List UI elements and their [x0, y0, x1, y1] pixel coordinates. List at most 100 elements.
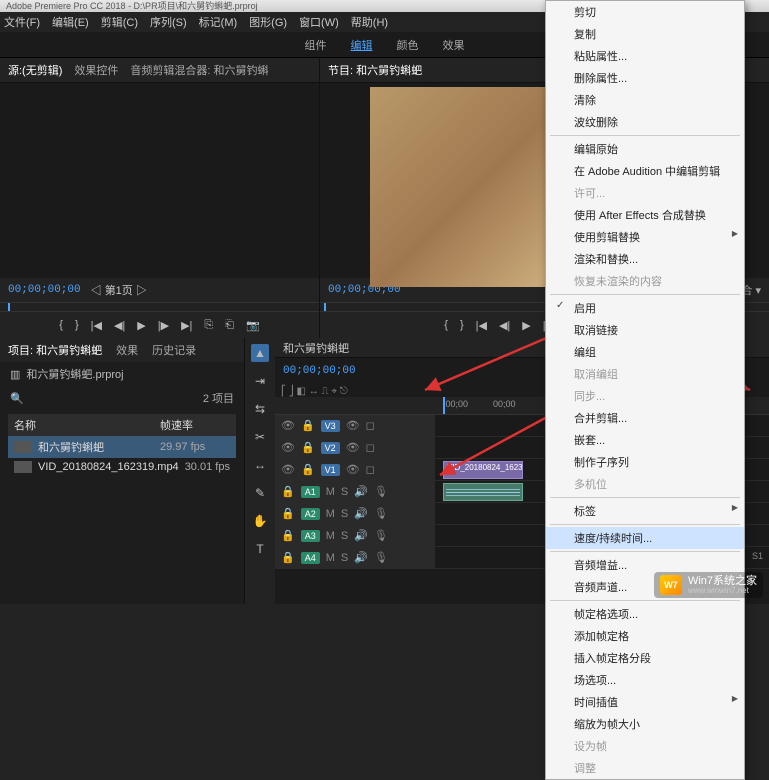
- razor-tool[interactable]: ✂: [251, 428, 269, 446]
- context-menu-item[interactable]: 缩放为帧大小: [546, 713, 744, 735]
- watermark: W7 Win7系统之家 www.winwin7.net: [654, 572, 763, 598]
- menu-item[interactable]: 文件(F): [4, 14, 40, 30]
- context-menu-item[interactable]: 添加帧定格: [546, 625, 744, 647]
- overwrite-button[interactable]: ⎗: [225, 319, 234, 332]
- context-menu-item[interactable]: 速度/持续时间...: [546, 527, 744, 549]
- source-tab[interactable]: 音频剪辑混合器: 和六舅钓蝌: [130, 62, 268, 78]
- menu-item[interactable]: 帮助(H): [351, 14, 388, 30]
- watermark-logo-icon: W7: [660, 575, 682, 595]
- project-tab[interactable]: 效果: [116, 342, 138, 358]
- go-in-button[interactable]: |◀: [91, 319, 102, 332]
- context-menu-item: 调整: [546, 757, 744, 779]
- pen-tool[interactable]: ✎: [251, 484, 269, 502]
- export-frame-button[interactable]: 📷: [246, 319, 260, 332]
- slip-tool[interactable]: ↔: [251, 456, 269, 474]
- source-tabs[interactable]: 源:(无剪辑) 效果控件音频剪辑混合器: 和六舅钓蝌: [0, 58, 319, 83]
- mark-in-button[interactable]: {: [59, 319, 63, 331]
- sequence-icon: [14, 441, 32, 453]
- context-menu-item[interactable]: 时间插值: [546, 691, 744, 713]
- hand-tool[interactable]: ✋: [251, 512, 269, 530]
- context-menu-item[interactable]: 制作子序列: [546, 451, 744, 473]
- project-filename: 和六舅钓蝌蚆.prproj: [26, 366, 123, 382]
- item-count: 2 项目: [203, 390, 234, 406]
- clip-icon: [14, 461, 32, 473]
- go-out-button[interactable]: ▶|: [181, 319, 192, 332]
- source-viewer: [0, 83, 319, 278]
- playhead-icon[interactable]: [443, 397, 445, 414]
- context-menu-item[interactable]: 取消链接: [546, 319, 744, 341]
- context-menu-item[interactable]: 编组: [546, 341, 744, 363]
- timeline-timecode[interactable]: 00;00;00;00: [283, 365, 356, 377]
- menu-item[interactable]: 图形(G): [249, 14, 287, 30]
- context-menu-item[interactable]: 使用剪辑替换: [546, 226, 744, 248]
- context-menu-item[interactable]: 粘贴属性...: [546, 45, 744, 67]
- source-tab[interactable]: 源:(无剪辑): [8, 62, 62, 78]
- workspace-tab[interactable]: 编辑: [351, 37, 373, 53]
- context-menu-item: 许可...: [546, 182, 744, 204]
- project-tab[interactable]: 历史记录: [152, 342, 196, 358]
- context-menu-item[interactable]: 嵌套...: [546, 429, 744, 451]
- step-back-button[interactable]: ◀|: [499, 319, 510, 332]
- step-back-button[interactable]: ◀|: [114, 319, 125, 332]
- context-menu-item[interactable]: 编辑原始: [546, 138, 744, 160]
- project-item[interactable]: VID_20180824_162319.mp430.01 fps: [8, 458, 236, 476]
- project-panel: 项目: 和六舅钓蝌蚆效果历史记录 ▥ 和六舅钓蝌蚆.prproj 🔍 2 项目 …: [0, 338, 245, 604]
- bin-icon: ▥: [10, 368, 20, 381]
- context-menu-item[interactable]: 在 Adobe Audition 中编辑剪辑: [546, 160, 744, 182]
- source-transport[interactable]: {} |◀ ◀| ▶ |▶ ▶| ⎘ ⎗ 📷: [0, 312, 319, 338]
- play-button[interactable]: ▶: [522, 319, 530, 332]
- menu-item[interactable]: 窗口(W): [299, 14, 339, 30]
- project-item[interactable]: 和六舅钓蝌蚆29.97 fps: [8, 436, 236, 458]
- tools-panel[interactable]: ▲ ⇥ ⇆ ✂ ↔ ✎ ✋ T: [245, 338, 275, 604]
- source-timecode[interactable]: 00;00;00;00: [8, 284, 81, 296]
- project-tab[interactable]: 项目: 和六舅钓蝌蚆: [8, 342, 102, 358]
- mark-out-button[interactable]: }: [75, 319, 79, 331]
- context-menu-item: 设为帧: [546, 735, 744, 757]
- context-menu-item[interactable]: 帧定格选项...: [546, 603, 744, 625]
- track-select-tool[interactable]: ⇥: [251, 372, 269, 390]
- context-menu-item[interactable]: 合并剪辑...: [546, 407, 744, 429]
- project-tabs[interactable]: 项目: 和六舅钓蝌蚆效果历史记录: [0, 338, 244, 362]
- insert-button[interactable]: ⎘: [204, 319, 213, 332]
- program-tab[interactable]: 节目: 和六舅钓蝌蚆: [328, 62, 422, 78]
- workspace-tab[interactable]: 颜色: [397, 37, 419, 53]
- workspace-tab[interactable]: 效果: [443, 37, 465, 53]
- menu-item[interactable]: 编辑(E): [52, 14, 89, 30]
- sequence-tab[interactable]: 和六舅钓蝌蚆: [283, 340, 349, 356]
- context-menu-item[interactable]: 启用: [546, 297, 744, 319]
- context-menu-item[interactable]: 复制: [546, 23, 744, 45]
- context-menu-item[interactable]: 标签: [546, 500, 744, 522]
- project-list[interactable]: 名称 帧速率 和六舅钓蝌蚆29.97 fpsVID_20180824_16231…: [8, 414, 236, 476]
- context-menu-item[interactable]: 渲染和替换...: [546, 248, 744, 270]
- selection-tool[interactable]: ▲: [251, 344, 269, 362]
- menu-item[interactable]: 标记(M): [199, 14, 238, 30]
- clip-context-menu[interactable]: 剪切复制粘贴属性...删除属性...清除波纹删除编辑原始在 Adobe Audi…: [545, 0, 745, 780]
- audio-clip[interactable]: [443, 483, 523, 501]
- context-menu-item: 同步...: [546, 385, 744, 407]
- source-tab[interactable]: 效果控件: [74, 62, 118, 78]
- mark-out-button[interactable]: }: [460, 319, 464, 331]
- context-menu-item[interactable]: 波纹删除: [546, 111, 744, 133]
- play-button[interactable]: ▶: [137, 319, 145, 332]
- menu-item[interactable]: 剪辑(C): [101, 14, 138, 30]
- go-in-button[interactable]: |◀: [476, 319, 487, 332]
- step-fwd-button[interactable]: |▶: [158, 319, 169, 332]
- context-menu-item[interactable]: 插入帧定格分段: [546, 647, 744, 669]
- menu-item[interactable]: 序列(S): [150, 14, 187, 30]
- type-tool[interactable]: T: [251, 540, 269, 558]
- project-list-header[interactable]: 名称 帧速率: [8, 414, 236, 436]
- context-menu-item[interactable]: 删除属性...: [546, 67, 744, 89]
- context-menu-item: 取消编组: [546, 363, 744, 385]
- context-menu-item: 多机位: [546, 473, 744, 495]
- context-menu-item[interactable]: 剪切: [546, 1, 744, 23]
- source-ruler[interactable]: [0, 302, 319, 312]
- video-clip[interactable]: VID_20180824_1623: [443, 461, 523, 479]
- search-icon[interactable]: 🔍: [10, 392, 24, 405]
- context-menu-item[interactable]: 使用 After Effects 合成替换: [546, 204, 744, 226]
- mark-in-button[interactable]: {: [444, 319, 448, 331]
- source-monitor-panel: 源:(无剪辑)效果控件音频剪辑混合器: 和六舅钓蝌 00;00;00;00 ◁ …: [0, 58, 320, 338]
- ripple-tool[interactable]: ⇆: [251, 400, 269, 418]
- context-menu-item[interactable]: 清除: [546, 89, 744, 111]
- workspace-tab[interactable]: 组件: [305, 37, 327, 53]
- context-menu-item[interactable]: 场选项...: [546, 669, 744, 691]
